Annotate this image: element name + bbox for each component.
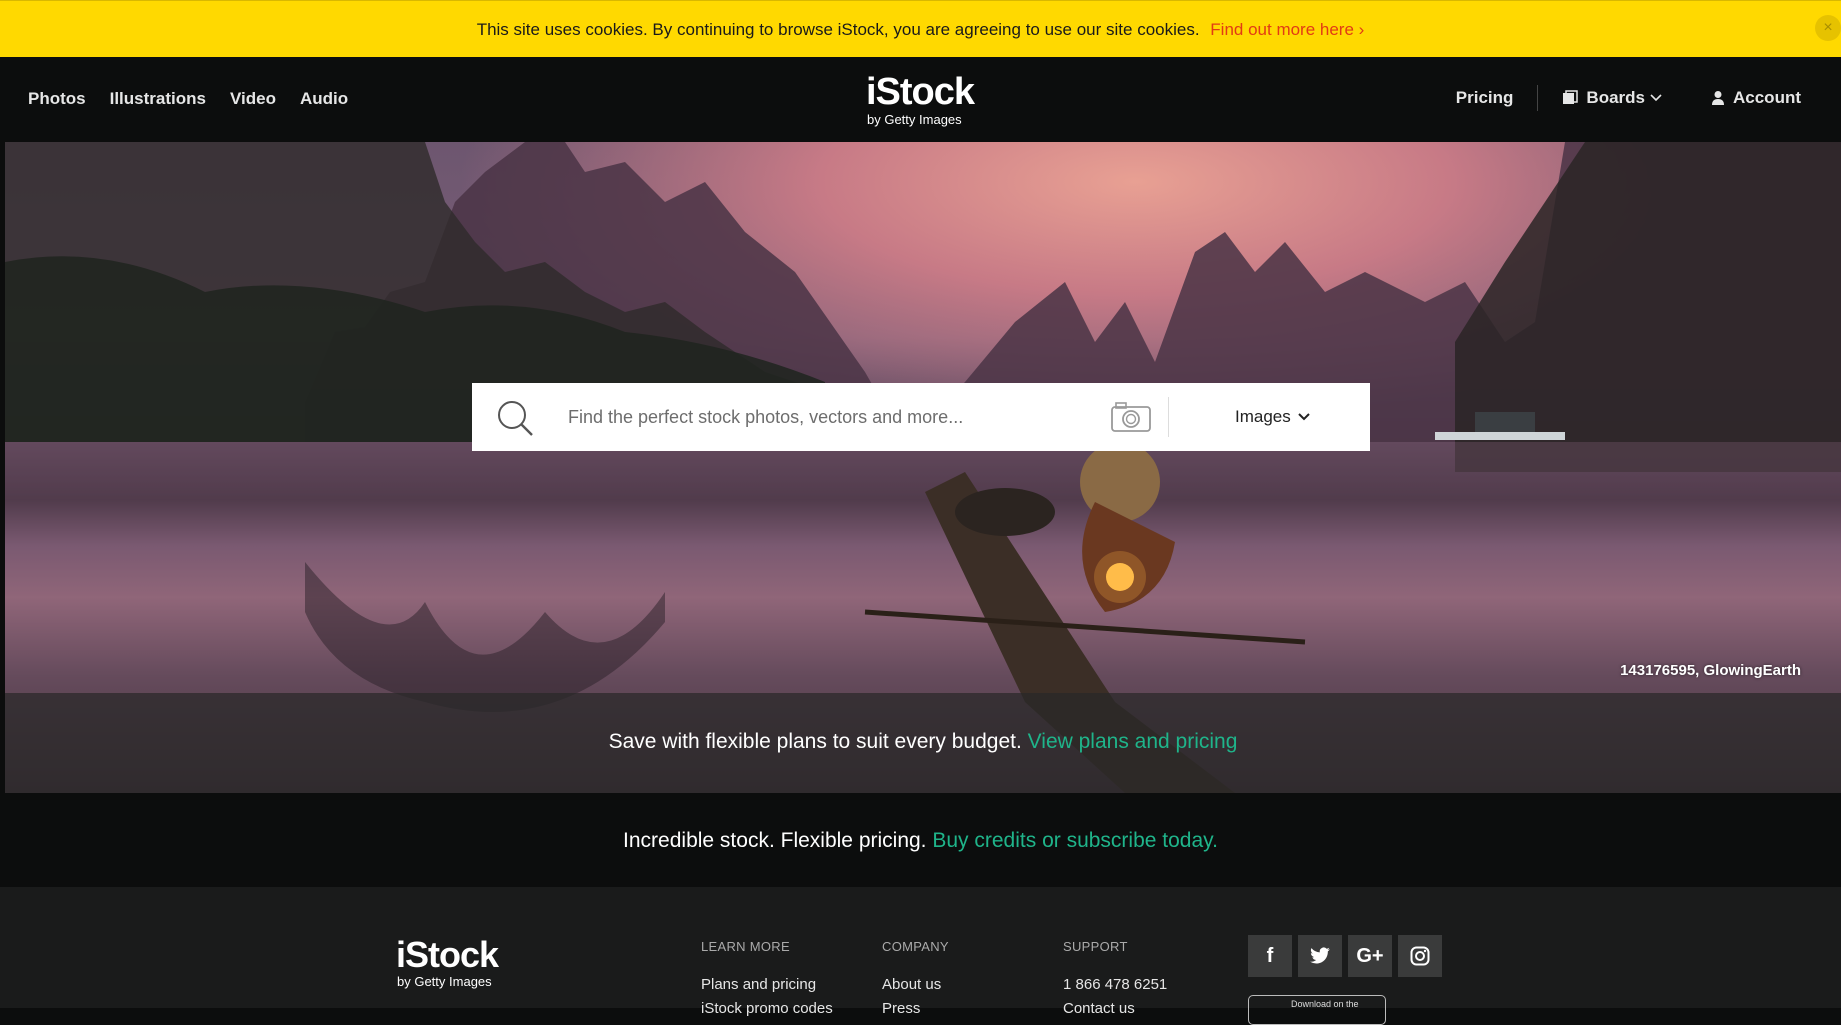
account-menu[interactable]: Account [1711,88,1801,108]
footer-link-plans[interactable]: Plans and pricing [701,976,833,993]
tagline-message: Incredible stock. Flexible pricing. Buy … [0,829,1841,853]
footer-link-press[interactable]: Press [882,1000,949,1017]
twitter-icon[interactable] [1298,935,1342,977]
search-divider [1168,397,1169,437]
promo-text: Save with flexible plans to suit every b… [608,730,1022,753]
footer-col-company: COMPANY About us Press [882,939,949,1017]
header-divider [1537,85,1539,111]
footer-logo-wordmark: iStock [396,934,499,975]
search-input[interactable] [568,383,1098,451]
facebook-icon[interactable]: f [1248,935,1292,977]
cookie-message: This site uses cookies. By continuing to… [0,20,1841,40]
instagram-icon[interactable] [1398,935,1442,977]
chevron-down-icon [1650,94,1662,102]
search-type-label: Images [1235,407,1291,426]
header-actions: Pricing Boards Account [1456,85,1801,111]
footer-col-support: SUPPORT 1 866 478 6251 Contact us [1063,939,1167,1017]
user-icon [1712,91,1724,105]
nav-audio[interactable]: Audio [300,89,348,109]
footer-col-learn-more: LEARN MORE Plans and pricing iStock prom… [701,939,833,1017]
boards-menu[interactable]: Boards [1562,88,1671,108]
boards-icon [1563,90,1579,104]
search-icon[interactable] [496,399,534,437]
logo-subtitle: by Getty Images [867,112,962,127]
social-links: f G+ [1248,935,1442,977]
search-bar: Images [472,383,1370,451]
footer-link-about[interactable]: About us [882,976,949,993]
main-nav: Photos Illustrations Video Audio [28,89,348,109]
cookie-banner: This site uses cookies. By continuing to… [0,0,1841,57]
app-store-badge[interactable]: Download on the [1248,995,1386,1025]
google-plus-icon[interactable]: G+ [1348,935,1392,977]
site-footer: iStock by Getty Images LEARN MORE Plans … [0,887,1841,1025]
nav-photos[interactable]: Photos [28,89,86,109]
hero-banner: 143176595, GlowingEarth Save with flexib… [5,142,1841,793]
logo-wordmark: iStock [866,71,975,113]
footer-logo[interactable]: iStock by Getty Images [396,934,499,990]
footer-heading: COMPANY [882,939,949,954]
nav-video[interactable]: Video [230,89,276,109]
image-credit[interactable]: 143176595, GlowingEarth [1620,662,1801,679]
tagline-text: Incredible stock. Flexible pricing. [623,829,927,852]
view-plans-link[interactable]: View plans and pricing [1028,730,1238,753]
footer-logo-subtitle: by Getty Images [397,974,492,989]
promo-message: Save with flexible plans to suit every b… [5,730,1841,754]
cookie-text: This site uses cookies. By continuing to… [476,20,1200,39]
nav-illustrations[interactable]: Illustrations [110,89,206,109]
chevron-down-icon [1298,413,1310,421]
search-type-dropdown[interactable]: Images [1235,407,1311,427]
nav-pricing[interactable]: Pricing [1456,88,1514,108]
account-label: Account [1733,88,1801,107]
close-icon[interactable]: × [1815,15,1841,41]
footer-link-promo-codes[interactable]: iStock promo codes [701,1000,833,1017]
footer-heading: SUPPORT [1063,939,1128,954]
tagline-band: Incredible stock. Flexible pricing. Buy … [0,793,1841,887]
footer-link-contact[interactable]: Contact us [1063,1000,1167,1017]
promo-band: Save with flexible plans to suit every b… [5,693,1841,793]
buy-credits-link[interactable]: Buy credits or subscribe today. [932,829,1218,852]
camera-icon[interactable] [1110,401,1152,433]
istock-logo[interactable]: iStock by Getty Images [866,71,976,127]
footer-heading: LEARN MORE [701,939,790,954]
footer-phone[interactable]: 1 866 478 6251 [1063,976,1167,993]
site-header: Photos Illustrations Video Audio iStock … [0,57,1841,142]
boards-label: Boards [1586,88,1645,107]
cookie-find-out-more-link[interactable]: Find out more here › [1210,20,1364,39]
